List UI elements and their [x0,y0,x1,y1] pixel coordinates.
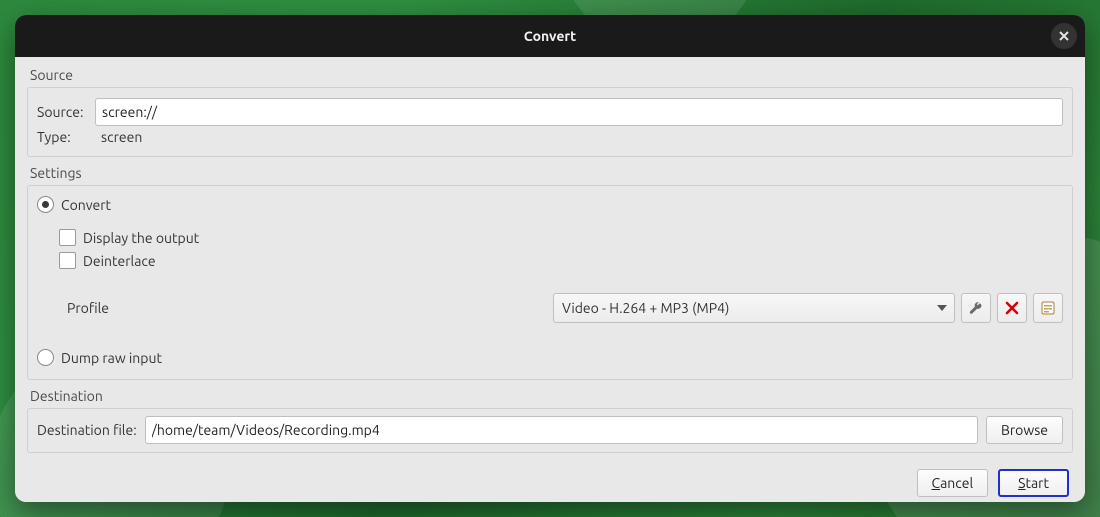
window-title: Convert [15,28,1085,44]
deinterlace-check-row[interactable]: Deinterlace [37,249,1063,272]
display-output-label: Display the output [83,230,199,246]
deinterlace-label: Deinterlace [83,253,156,269]
profile-label: Profile [67,300,547,316]
browse-button-label: Browse [1001,422,1048,438]
display-output-check-row[interactable]: Display the output [37,226,1063,249]
settings-section: Convert Display the output Deinterlace P… [27,185,1073,380]
source-label: Source: [37,104,95,120]
cancel-button-label: Cancel [932,475,974,491]
cancel-button[interactable]: Cancel [917,469,989,497]
close-icon [1058,30,1070,42]
desktop-background: Convert Source Source: Type: screen [0,0,1100,517]
dump-raw-radio[interactable] [37,349,54,366]
delete-icon [1005,301,1019,315]
destination-section-label: Destination [27,386,1073,408]
close-button[interactable] [1051,23,1077,49]
wrench-icon [968,300,984,316]
destination-file-label: Destination file: [37,422,137,438]
destination-section: Destination file: Browse [27,408,1073,453]
type-label: Type: [37,129,95,145]
start-button-label: Start [1018,475,1049,491]
profile-combo-value: Video - H.264 + MP3 (MP4) [562,300,934,316]
dump-raw-radio-row[interactable]: Dump raw input [37,346,1063,369]
destination-file-input[interactable] [145,416,978,444]
edit-profile-button[interactable] [961,293,991,323]
type-value: screen [95,129,142,145]
new-profile-icon [1040,300,1056,316]
settings-section-label: Settings [27,163,1073,185]
new-profile-button[interactable] [1033,293,1063,323]
display-output-checkbox[interactable] [59,229,76,246]
source-section: Source: Type: screen [27,87,1073,157]
titlebar: Convert [15,15,1085,57]
profile-combo[interactable]: Video - H.264 + MP3 (MP4) [553,293,955,323]
delete-profile-button[interactable] [997,293,1027,323]
source-section-label: Source [27,65,1073,87]
deinterlace-checkbox[interactable] [59,252,76,269]
dump-raw-label: Dump raw input [61,350,162,366]
dialog-content: Source Source: Type: screen Settings Con… [15,57,1085,502]
profile-row: Profile Video - H.264 + MP3 (MP4) [37,290,1063,326]
convert-dialog: Convert Source Source: Type: screen [15,15,1085,502]
convert-radio-label: Convert [61,197,111,213]
convert-radio-row[interactable]: Convert [37,193,1063,216]
start-button[interactable]: Start [998,469,1069,497]
source-input[interactable] [95,98,1063,126]
dialog-footer: Cancel Start [27,459,1073,497]
browse-button[interactable]: Browse [986,416,1063,444]
chevron-down-icon [934,305,950,311]
convert-radio[interactable] [37,196,54,213]
